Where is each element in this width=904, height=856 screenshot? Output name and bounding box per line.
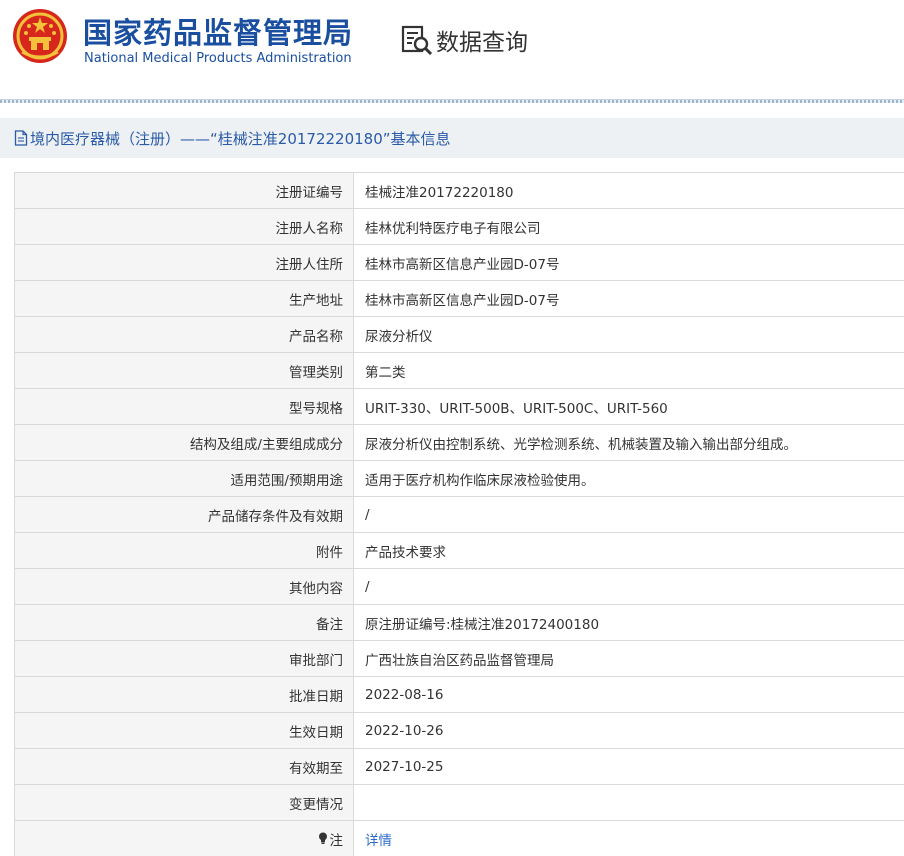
row-label: 适用范围/预期用途 bbox=[15, 461, 354, 496]
table-row: 结构及组成/主要组成成分 尿液分析仪由控制系统、光学检测系统、机械装置及输入输出部… bbox=[15, 425, 904, 461]
table-row: 生产地址 桂林市高新区信息产业园D-07号 bbox=[15, 281, 904, 317]
row-value: 桂林市高新区信息产业园D-07号 bbox=[365, 292, 560, 309]
row-label: 批准日期 bbox=[15, 677, 354, 712]
row-label: 产品名称 bbox=[15, 317, 354, 352]
detail-table: 注册证编号 桂械注准20172220180 注册人名称 桂林优利特医疗电子有限公司 … bbox=[14, 172, 904, 856]
table-row: 生效日期 2022-10-26 bbox=[15, 713, 904, 749]
table-row: 适用范围/预期用途 适用于医疗机构作临床尿液检验使用。 bbox=[15, 461, 904, 497]
row-value: 尿液分析仪 bbox=[365, 328, 433, 345]
note-row: 注 详情 bbox=[15, 821, 904, 856]
row-value: 2022-08-16 bbox=[365, 686, 444, 703]
data-query-title: 数据查询 bbox=[400, 20, 528, 60]
row-label: 生效日期 bbox=[15, 713, 354, 748]
row-value: 尿液分析仪由控制系统、光学检测系统、机械装置及输入输出部分组成。 bbox=[365, 436, 797, 453]
details-link[interactable]: 详情 bbox=[354, 821, 904, 856]
table-row: 注册证编号 桂械注准20172220180 bbox=[15, 173, 904, 209]
table-row: 注册人名称 桂林优利特医疗电子有限公司 bbox=[15, 209, 904, 245]
national-emblem-icon bbox=[13, 9, 67, 63]
row-value: 产品技术要求 bbox=[365, 544, 446, 561]
document-icon bbox=[14, 130, 28, 146]
row-label: 注册人住所 bbox=[15, 245, 354, 280]
row-value: / bbox=[365, 578, 370, 595]
table-row: 产品储存条件及有效期 / bbox=[15, 497, 904, 533]
table-row: 产品名称 尿液分析仪 bbox=[15, 317, 904, 353]
page-title-bar: 境内医疗器械（注册）——“桂械注准20172220180”基本信息 bbox=[0, 118, 904, 158]
row-label: 注册人名称 bbox=[15, 209, 354, 244]
row-value: 原注册证编号:桂械注准20172400180 bbox=[365, 616, 600, 633]
row-label: 有效期至 bbox=[15, 749, 354, 784]
row-label: 管理类别 bbox=[15, 353, 354, 388]
row-value bbox=[354, 785, 904, 820]
table-row: 附件 产品技术要求 bbox=[15, 533, 904, 569]
row-value: 桂械注准20172220180 bbox=[365, 184, 514, 201]
row-label: 注册证编号 bbox=[15, 173, 354, 208]
row-value: URIT-330、URIT-500B、URIT-500C、URIT-560 bbox=[365, 400, 668, 417]
table-row: 审批部门 广西壮族自治区药品监督管理局 bbox=[15, 641, 904, 677]
table-row: 有效期至 2027-10-25 bbox=[15, 749, 904, 785]
row-value: 2022-10-26 bbox=[365, 722, 444, 739]
row-value: 2027-10-25 bbox=[365, 758, 444, 775]
table-row: 备注 原注册证编号:桂械注准20172400180 bbox=[15, 605, 904, 641]
row-label: 变更情况 bbox=[15, 785, 354, 820]
row-value: 桂林优利特医疗电子有限公司 bbox=[365, 220, 541, 237]
agency-name-en[interactable]: National Medical Products Administration bbox=[84, 51, 352, 66]
table-row: 批准日期 2022-08-16 bbox=[15, 677, 904, 713]
table-row: 变更情况 bbox=[15, 785, 904, 821]
data-query-label: 数据查询 bbox=[436, 30, 528, 56]
row-value: / bbox=[365, 506, 370, 523]
row-value: 广西壮族自治区药品监督管理局 bbox=[365, 652, 554, 669]
header-divider bbox=[0, 99, 904, 103]
agency-name-cn[interactable]: 国家药品监督管理局 bbox=[83, 10, 353, 52]
lightbulb-icon bbox=[318, 832, 327, 844]
page-title: 境内医疗器械（注册）——“桂械注准20172220180”基本信息 bbox=[30, 129, 451, 148]
table-row: 注册人住所 桂林市高新区信息产业园D-07号 bbox=[15, 245, 904, 281]
note-label-cell: 注 bbox=[15, 821, 354, 856]
row-label: 附件 bbox=[15, 533, 354, 568]
row-label: 结构及组成/主要组成成分 bbox=[15, 425, 354, 460]
row-label: 生产地址 bbox=[15, 281, 354, 316]
row-label: 型号规格 bbox=[15, 389, 354, 424]
row-label: 产品储存条件及有效期 bbox=[15, 497, 354, 532]
table-row: 管理类别 第二类 bbox=[15, 353, 904, 389]
row-value: 桂林市高新区信息产业园D-07号 bbox=[365, 256, 560, 273]
row-value: 第二类 bbox=[365, 364, 406, 381]
table-row: 型号规格 URIT-330、URIT-500B、URIT-500C、URIT-56… bbox=[15, 389, 904, 425]
row-label: 审批部门 bbox=[15, 641, 354, 676]
row-label: 其他内容 bbox=[15, 569, 354, 604]
row-label: 备注 bbox=[15, 605, 354, 640]
row-value: 适用于医疗机构作临床尿液检验使用。 bbox=[365, 472, 595, 489]
note-label: 注 bbox=[329, 832, 344, 849]
table-row: 其他内容 / bbox=[15, 569, 904, 605]
search-document-icon bbox=[401, 25, 433, 56]
site-header: 国家药品监督管理局 National Medical Products Admi… bbox=[0, 0, 904, 100]
